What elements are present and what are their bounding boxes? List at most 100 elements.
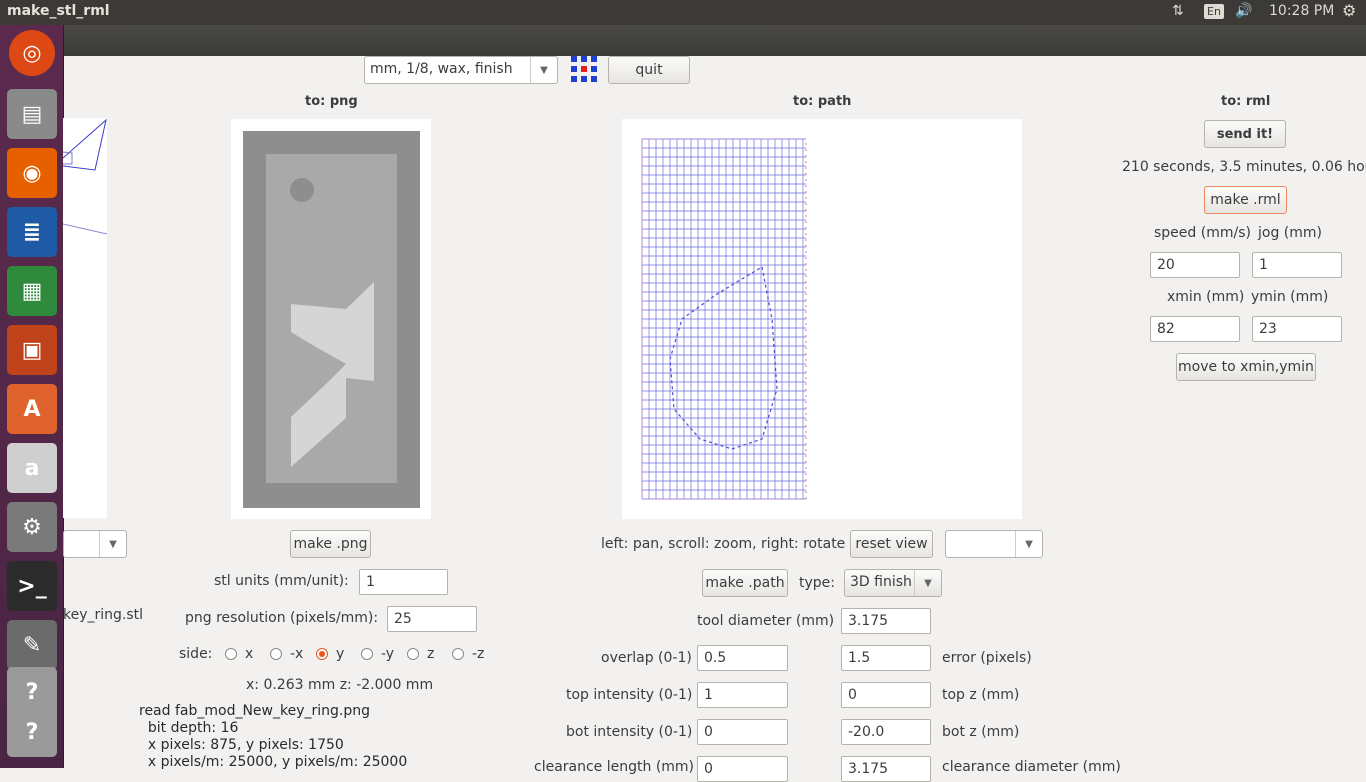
reset-view-button[interactable]: reset view bbox=[850, 530, 933, 558]
speed-input[interactable] bbox=[1150, 252, 1240, 278]
side-radio-label: -z bbox=[472, 646, 485, 662]
png-info-text: read fab_mod_New_key_ring.png bit depth:… bbox=[139, 703, 407, 771]
side-label: side: bbox=[179, 646, 213, 662]
launcher-gimp-icon[interactable]: ✎ bbox=[7, 620, 57, 670]
path-type-select[interactable]: 3D finish ▼ bbox=[844, 569, 942, 597]
window-menu-strip bbox=[0, 25, 1366, 56]
png-image bbox=[243, 131, 420, 508]
send-it-button[interactable]: send it! bbox=[1204, 120, 1286, 148]
tool-diameter-label: tool diameter (mm) bbox=[697, 613, 835, 629]
clearance-diameter-label: clearance diameter (mm) bbox=[942, 759, 1121, 775]
side-radio--y[interactable] bbox=[361, 648, 373, 660]
side-radio-label: z bbox=[427, 646, 435, 662]
top-z-input[interactable] bbox=[841, 682, 931, 708]
path-header: to: path bbox=[793, 94, 852, 109]
jog-input[interactable] bbox=[1252, 252, 1342, 278]
launcher-firefox-icon[interactable]: ◉ bbox=[7, 148, 57, 198]
xmin-label: xmin (mm) bbox=[1167, 289, 1245, 305]
stl-wireframe bbox=[63, 118, 107, 235]
volume-icon[interactable]: 🔊 bbox=[1235, 3, 1252, 19]
network-icon[interactable]: ⇅ bbox=[1172, 3, 1184, 19]
stl-view-canvas[interactable] bbox=[63, 118, 107, 518]
app-logo-icon bbox=[571, 56, 597, 82]
bot-z-label: bot z (mm) bbox=[942, 724, 1020, 740]
clearance-length-input[interactable] bbox=[697, 756, 788, 782]
clearance-length-label: clearance length (mm) bbox=[534, 759, 695, 775]
side-radio-x[interactable] bbox=[225, 648, 237, 660]
make-path-button[interactable]: make .path bbox=[702, 569, 788, 597]
process-select[interactable]: mm, 1/8, wax, finish ▼ bbox=[364, 56, 558, 84]
xmin-input[interactable] bbox=[1150, 316, 1240, 342]
png-header: to: png bbox=[305, 94, 358, 109]
stl-filename-label: key_ring.stl bbox=[63, 607, 144, 623]
rml-header: to: rml bbox=[1221, 94, 1271, 109]
png-info-line: bit depth: 16 bbox=[139, 720, 239, 736]
move-to-xmin-ymin-button[interactable]: move to xmin,ymin bbox=[1176, 353, 1316, 381]
launcher-impress-icon[interactable]: ▣ bbox=[7, 325, 57, 375]
launcher-ubuntu-dash-icon[interactable]: ◎ bbox=[9, 30, 55, 76]
error-label: error (pixels) bbox=[942, 650, 1032, 666]
make-png-button[interactable]: make .png bbox=[290, 530, 371, 558]
side-radio-label: -x bbox=[290, 646, 304, 662]
clock[interactable]: 10:28 PM bbox=[1269, 3, 1334, 19]
side-radio-group: x -x y -y z -z bbox=[225, 644, 495, 664]
stl-units-input[interactable] bbox=[359, 569, 448, 595]
ymin-label: ymin (mm) bbox=[1251, 289, 1329, 305]
cursor-coords: x: 0.263 mm z: -2.000 mm bbox=[246, 677, 434, 693]
window-title: make_stl_rml bbox=[7, 3, 110, 19]
grid-logo-icon bbox=[571, 56, 597, 82]
stl-units-label: stl units (mm/unit): bbox=[214, 573, 349, 589]
launcher-calc-icon[interactable]: ▦ bbox=[7, 266, 57, 316]
side-radio-label: x bbox=[245, 646, 254, 662]
png-preview bbox=[231, 119, 431, 519]
error-input[interactable] bbox=[841, 645, 931, 671]
bot-intensity-input[interactable] bbox=[697, 719, 788, 745]
png-info-line: read fab_mod_New_key_ring.png bbox=[139, 703, 371, 719]
top-intensity-label: top intensity (0-1) bbox=[566, 687, 693, 703]
chevron-down-icon: ▼ bbox=[99, 531, 126, 557]
png-info-line: x pixels/m: 25000, y pixels/m: 25000 bbox=[139, 754, 408, 770]
bot-z-input[interactable] bbox=[841, 719, 931, 745]
side-radio--x[interactable] bbox=[270, 648, 282, 660]
launcher-terminal-icon[interactable]: >_ bbox=[7, 561, 57, 611]
ymin-input[interactable] bbox=[1252, 316, 1342, 342]
make-rml-button[interactable]: make .rml bbox=[1204, 186, 1287, 214]
launcher-trash-icon[interactable]: ? bbox=[7, 707, 57, 757]
chevron-down-icon: ▼ bbox=[530, 57, 557, 83]
stl-view-select[interactable]: ▼ bbox=[63, 530, 127, 558]
side-radio-y[interactable] bbox=[316, 648, 328, 660]
png-resolution-label: png resolution (pixels/mm): bbox=[185, 610, 379, 626]
path-type-value: 3D finish bbox=[850, 574, 912, 590]
launcher-system-settings-icon[interactable]: ⚙ bbox=[7, 502, 57, 552]
png-info-line: x pixels: 875, y pixels: 1750 bbox=[139, 737, 344, 753]
launcher-writer-icon[interactable]: ≣ bbox=[7, 207, 57, 257]
side-radio-label: -y bbox=[381, 646, 395, 662]
launcher-amazon-icon[interactable]: a bbox=[7, 443, 57, 493]
top-intensity-input[interactable] bbox=[697, 682, 788, 708]
side-radio-z[interactable] bbox=[407, 648, 419, 660]
view-select[interactable]: ▼ bbox=[945, 530, 1043, 558]
type-label: type: bbox=[799, 575, 835, 591]
quit-button[interactable]: quit bbox=[608, 56, 690, 84]
launcher-icons: ◎ ▤ ◉ ≣ ▦ ▣ Aa ⚙ >_ ✎?? bbox=[0, 25, 63, 768]
keyboard-language-indicator[interactable]: En bbox=[1204, 4, 1224, 19]
overlap-label: overlap (0-1) bbox=[601, 650, 692, 666]
png-resolution-input[interactable] bbox=[387, 606, 477, 632]
time-estimate: 210 seconds, 3.5 minutes, 0.06 hours bbox=[1122, 159, 1366, 175]
speed-label: speed (mm/s) bbox=[1154, 225, 1251, 241]
chevron-down-icon: ▼ bbox=[1015, 531, 1042, 557]
path-view-canvas[interactable] bbox=[622, 119, 1022, 519]
clearance-diameter-input[interactable] bbox=[841, 756, 931, 782]
launcher-files-icon[interactable]: ▤ bbox=[7, 89, 57, 139]
process-select-value: mm, 1/8, wax, finish bbox=[370, 61, 513, 77]
launcher-software-center-icon[interactable]: A bbox=[7, 384, 57, 434]
overlap-input[interactable] bbox=[697, 645, 788, 671]
side-radio-label: y bbox=[336, 646, 345, 662]
tool-diameter-input[interactable] bbox=[841, 608, 931, 634]
top-z-label: top z (mm) bbox=[942, 687, 1020, 703]
chevron-down-icon: ▼ bbox=[914, 570, 941, 596]
bot-intensity-label: bot intensity (0-1) bbox=[566, 724, 693, 740]
system-gear-icon[interactable]: ⚙ bbox=[1342, 1, 1356, 20]
side-radio--z[interactable] bbox=[452, 648, 464, 660]
view-help-text: left: pan, scroll: zoom, right: rotate bbox=[601, 536, 846, 552]
